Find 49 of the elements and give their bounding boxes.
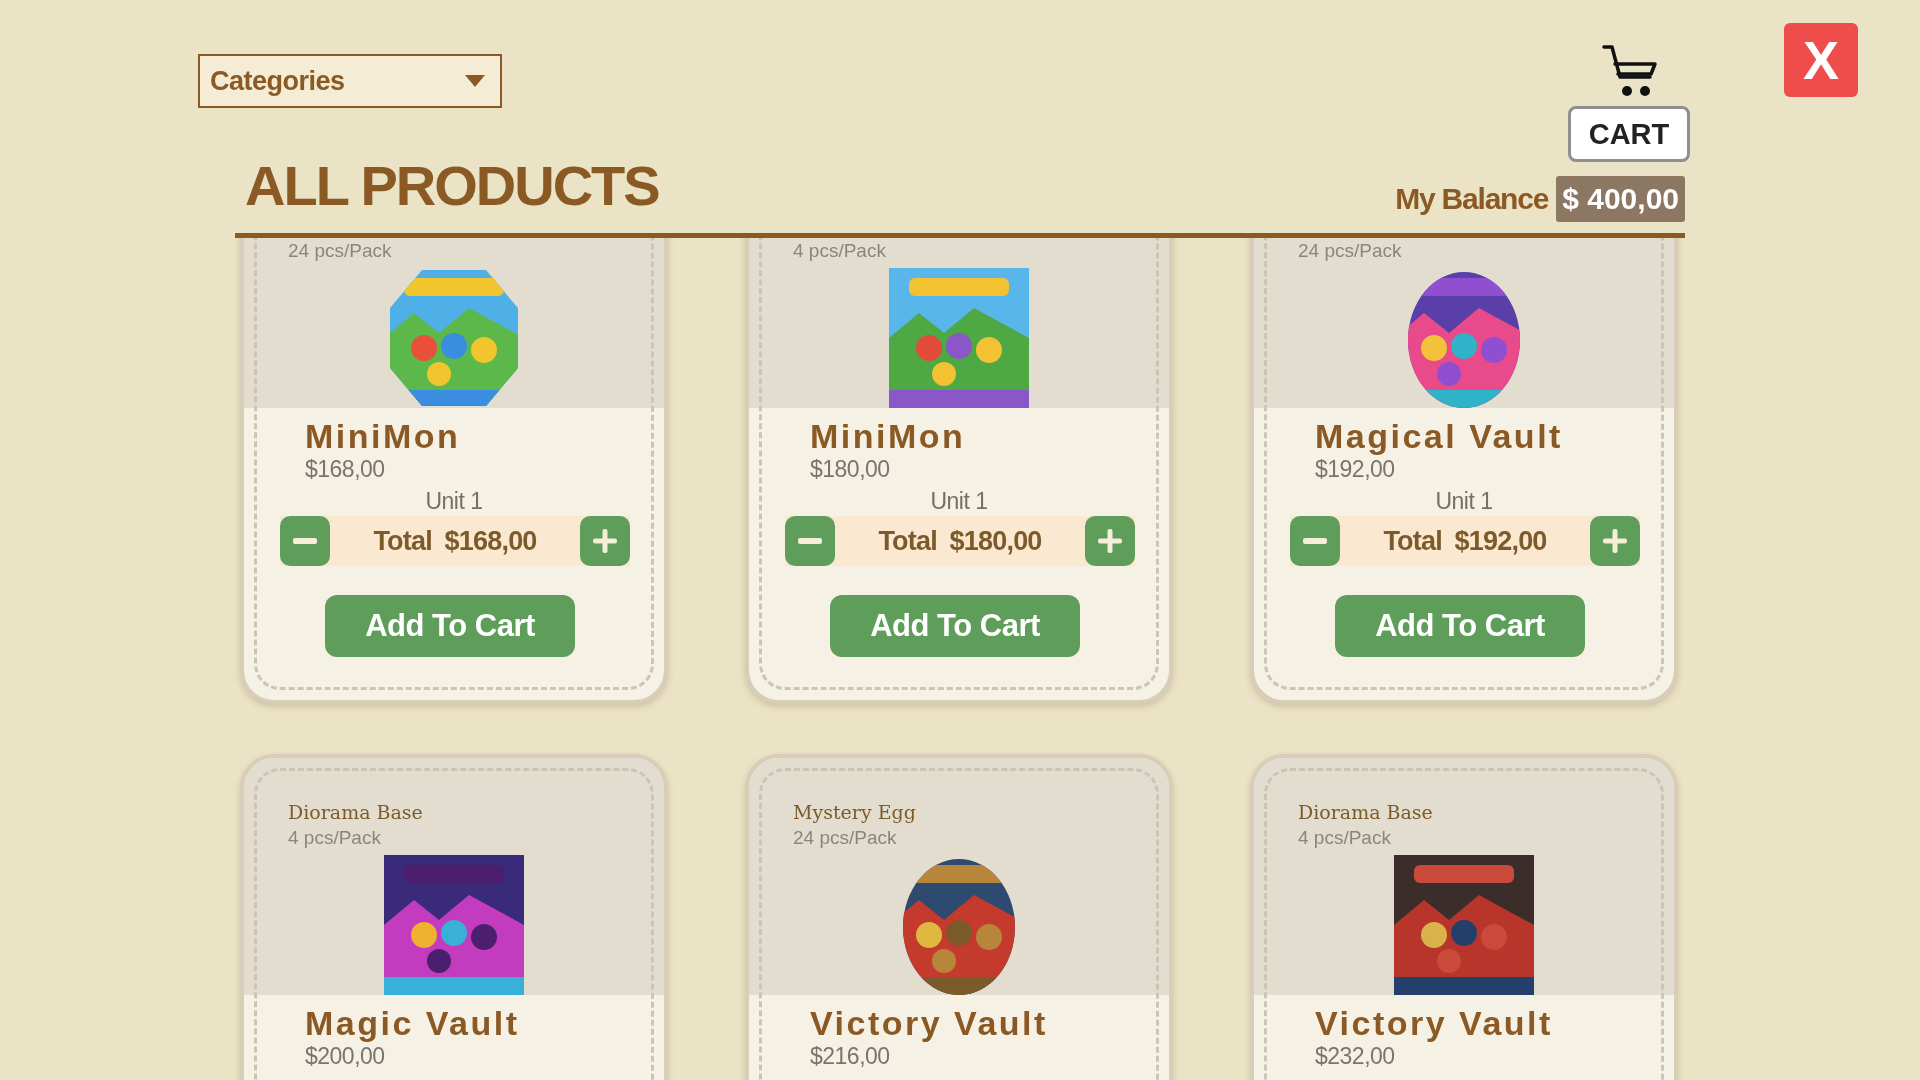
product-name: Victory Vault bbox=[810, 1003, 1049, 1043]
pack-size: 4 pcs/Pack bbox=[792, 239, 887, 263]
product-name: MiniMon bbox=[810, 416, 967, 456]
minus-icon bbox=[293, 538, 317, 544]
pack-size: 24 pcs/Pack bbox=[287, 239, 393, 263]
minus-button[interactable] bbox=[280, 516, 330, 566]
total-price: Total $180,00 bbox=[877, 525, 1043, 557]
product-price: $232,00 bbox=[1315, 1043, 1396, 1069]
minus-button[interactable] bbox=[785, 516, 835, 566]
unit-count: Unit 1 bbox=[930, 488, 988, 514]
balance-amount: $ 400,00 bbox=[1556, 176, 1685, 222]
page-title: ALL PRODUCTS bbox=[245, 158, 659, 214]
category-label: Diorama Base bbox=[287, 800, 424, 825]
plus-icon bbox=[1098, 529, 1122, 553]
product-name: Magical Vault bbox=[1315, 416, 1564, 456]
product-price: $200,00 bbox=[305, 1043, 386, 1069]
product-price: $192,00 bbox=[1315, 456, 1396, 482]
category-label: Diorama Base bbox=[1297, 800, 1434, 825]
product-price: $180,00 bbox=[810, 456, 891, 482]
plus-button[interactable] bbox=[580, 516, 630, 566]
unit-count: Unit 1 bbox=[425, 488, 483, 514]
unit-count: Unit 1 bbox=[1435, 488, 1493, 514]
total-price: Total $168,00 bbox=[372, 525, 538, 557]
plus-button[interactable] bbox=[1590, 516, 1640, 566]
add-to-cart-button[interactable]: Add To Cart bbox=[1335, 595, 1585, 657]
plus-button[interactable] bbox=[1085, 516, 1135, 566]
plus-icon bbox=[1603, 529, 1627, 553]
pack-size: 4 pcs/Pack bbox=[287, 826, 382, 850]
product-price: $168,00 bbox=[305, 456, 386, 482]
cart-button[interactable]: CART bbox=[1568, 106, 1690, 162]
minus-icon bbox=[798, 538, 822, 544]
caret-icon bbox=[464, 74, 486, 88]
pack-size: 24 pcs/Pack bbox=[792, 826, 898, 850]
product-price: $216,00 bbox=[810, 1043, 891, 1069]
minus-icon bbox=[1303, 538, 1327, 544]
add-to-cart-button[interactable]: Add To Cart bbox=[325, 595, 575, 657]
add-to-cart-button[interactable]: Add To Cart bbox=[830, 595, 1080, 657]
minus-button[interactable] bbox=[1290, 516, 1340, 566]
balance-label: My Balance bbox=[1395, 182, 1549, 216]
category-label: Mystery Egg bbox=[792, 800, 917, 825]
product-name: Magic Vault bbox=[305, 1003, 521, 1043]
total-price: Total $192,00 bbox=[1382, 525, 1548, 557]
categories-dropdown[interactable]: Categories bbox=[198, 54, 502, 108]
close-button[interactable]: X bbox=[1784, 23, 1858, 97]
plus-icon bbox=[593, 529, 617, 553]
pack-size: 4 pcs/Pack bbox=[1297, 826, 1392, 850]
product-name: MiniMon bbox=[305, 416, 462, 456]
product-name: Victory Vault bbox=[1315, 1003, 1554, 1043]
pack-size: 24 pcs/Pack bbox=[1297, 239, 1403, 263]
